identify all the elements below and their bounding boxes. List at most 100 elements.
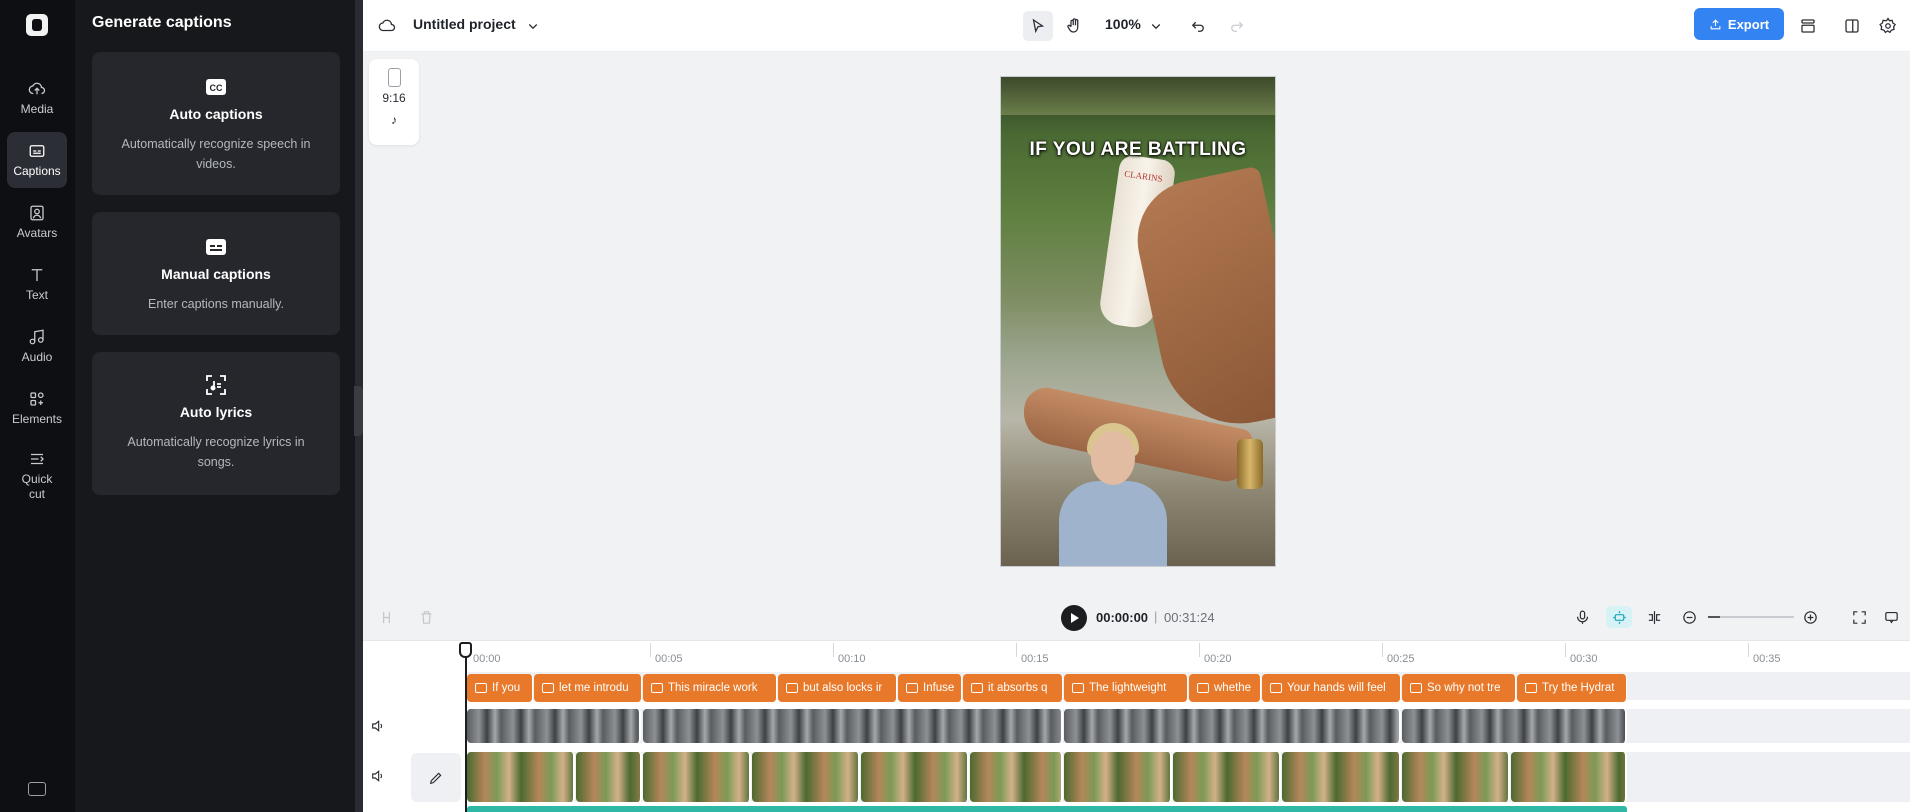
video-clip[interactable] <box>1402 752 1510 802</box>
card-title: Manual captions <box>161 266 271 282</box>
rail-item-elements[interactable]: Elements <box>7 380 67 436</box>
avatar-clip[interactable] <box>1402 709 1627 743</box>
caption-clip[interactable]: If you <box>467 674 533 702</box>
video-clip[interactable] <box>643 752 751 802</box>
delete-trash-icon[interactable] <box>415 606 437 628</box>
comment-icon[interactable] <box>1880 606 1902 628</box>
avatar-clip[interactable] <box>643 709 1063 743</box>
caption-clip[interactable]: Your hands will feel <box>1262 674 1401 702</box>
caption-clip-icon <box>1410 683 1422 693</box>
project-name[interactable]: Untitled project <box>413 16 516 32</box>
playhead-handle[interactable] <box>459 642 472 658</box>
aspect-ratio-card[interactable]: 9:16 ♪ <box>369 59 419 145</box>
video-clip[interactable] <box>752 752 860 802</box>
video-clip[interactable] <box>467 752 575 802</box>
collapse-panel-handle[interactable] <box>354 386 363 436</box>
rail-item-label: Audio <box>21 349 53 364</box>
auto-lyrics-card[interactable]: Auto lyrics Automatically recognize lyri… <box>92 352 340 495</box>
edit-cover-button[interactable] <box>411 753 461 802</box>
avatar-track-volume-icon[interactable] <box>370 718 390 738</box>
rail-item-quick-cut[interactable]: Quick cut <box>7 446 67 506</box>
captions-icon <box>29 144 45 157</box>
cloud-sync-icon[interactable] <box>375 14 399 38</box>
play-icon <box>1071 613 1079 623</box>
captions-panel: Generate captions CC Auto captions Autom… <box>75 0 355 812</box>
zoom-level[interactable]: 100% <box>1105 16 1141 32</box>
zoom-chevron-icon[interactable] <box>1144 14 1168 38</box>
rail-item-label: Text <box>25 287 48 302</box>
export-button[interactable]: Export <box>1694 8 1784 40</box>
rail-item-label: Avatars <box>16 225 58 240</box>
video-clip[interactable] <box>1064 752 1172 802</box>
select-pointer-icon[interactable] <box>1023 11 1053 41</box>
app-logo[interactable] <box>26 14 48 36</box>
settings-gear-icon[interactable] <box>1876 14 1900 38</box>
avatar-clip[interactable] <box>467 709 641 743</box>
caption-clip-text: whethe <box>1214 682 1252 694</box>
caption-overlay[interactable]: IF YOU ARE BATTLING <box>1001 139 1275 161</box>
rail-item-label: Elements <box>11 411 63 426</box>
avatar-clip[interactable] <box>1064 709 1401 743</box>
elements-icon <box>30 391 44 406</box>
manual-captions-card[interactable]: Manual captions Enter captions manually. <box>92 212 340 335</box>
video-clip[interactable] <box>576 752 642 802</box>
rail-item-captions[interactable]: Captions <box>7 132 67 188</box>
video-top-strip <box>1001 77 1275 115</box>
caption-clip-icon <box>1197 683 1209 693</box>
caption-clip[interactable]: whethe <box>1189 674 1261 702</box>
pencil-icon <box>429 772 442 784</box>
avatar-icon <box>30 205 44 220</box>
audio-clip[interactable] <box>467 806 1627 812</box>
caption-clip[interactable]: let me introdu <box>534 674 642 702</box>
hand-pan-icon[interactable] <box>1062 14 1086 38</box>
caption-clip-text: This miracle work <box>668 682 758 694</box>
zoom-out-icon[interactable] <box>1678 606 1700 628</box>
split-clip-icon[interactable] <box>375 606 397 628</box>
redo-icon[interactable] <box>1225 14 1249 38</box>
caption-clip[interactable]: Infuse <box>898 674 962 702</box>
fit-timeline-icon[interactable] <box>1848 606 1870 628</box>
caption-clip[interactable]: but also locks ir <box>778 674 897 702</box>
video-clip[interactable] <box>1511 752 1627 802</box>
card-title: Auto lyrics <box>179 404 253 420</box>
split-at-playhead-icon[interactable] <box>1643 606 1665 628</box>
video-clip[interactable] <box>1173 752 1281 802</box>
caption-clip[interactable]: it absorbs q <box>963 674 1063 702</box>
caption-clip[interactable]: This miracle work <box>643 674 777 702</box>
aspect-ratio-label: 9:16 <box>382 91 406 105</box>
music-note-icon <box>29 328 44 344</box>
auto-captions-card[interactable]: CC Auto captions Automatically recognize… <box>92 52 340 195</box>
video-clip[interactable] <box>861 752 969 802</box>
video-track-volume-icon[interactable] <box>370 768 390 788</box>
caption-clip-icon <box>971 683 983 693</box>
rail-item-media[interactable]: Media <box>7 70 67 126</box>
chevron-down-icon[interactable] <box>521 14 545 38</box>
video-preview[interactable]: CLARINS IF YOU ARE BATTLING <box>1000 76 1276 567</box>
caption-clip-icon <box>651 683 663 693</box>
rail-item-audio[interactable]: Audio <box>7 318 67 374</box>
layers-icon[interactable] <box>1796 14 1820 38</box>
caption-clip[interactable]: So why not tre <box>1402 674 1516 702</box>
caption-clip-text: it absorbs q <box>988 682 1048 694</box>
cloud-upload-icon <box>28 82 46 94</box>
caption-clip-text: Infuse <box>923 682 955 694</box>
timeline-zoom-slider[interactable] <box>1708 616 1794 618</box>
video-clip[interactable] <box>970 752 1063 802</box>
microphone-icon[interactable] <box>1571 606 1593 628</box>
playhead[interactable] <box>465 643 467 812</box>
caption-clip[interactable]: The lightweight <box>1064 674 1188 702</box>
video-clip[interactable] <box>1282 752 1401 802</box>
rail-item-avatars[interactable]: Avatars <box>7 194 67 250</box>
zoom-in-icon[interactable] <box>1799 606 1821 628</box>
undo-icon[interactable] <box>1186 14 1210 38</box>
timeline-ruler[interactable]: 00:00 00:05 00:10 00:15 00:20 00:25 00:3… <box>363 640 1910 665</box>
play-button[interactable] <box>1061 605 1087 631</box>
auto-snap-icon[interactable] <box>1606 606 1632 628</box>
export-label: Export <box>1727 16 1770 32</box>
caption-clip[interactable]: Try the Hydrat <box>1517 674 1627 702</box>
rail-item-label: Quick cut <box>21 472 53 501</box>
keyboard-shortcuts-icon[interactable] <box>28 782 46 796</box>
split-view-icon[interactable] <box>1840 14 1864 38</box>
caption-clip-text: So why not tre <box>1427 682 1501 694</box>
rail-item-text[interactable]: Text <box>7 256 67 312</box>
